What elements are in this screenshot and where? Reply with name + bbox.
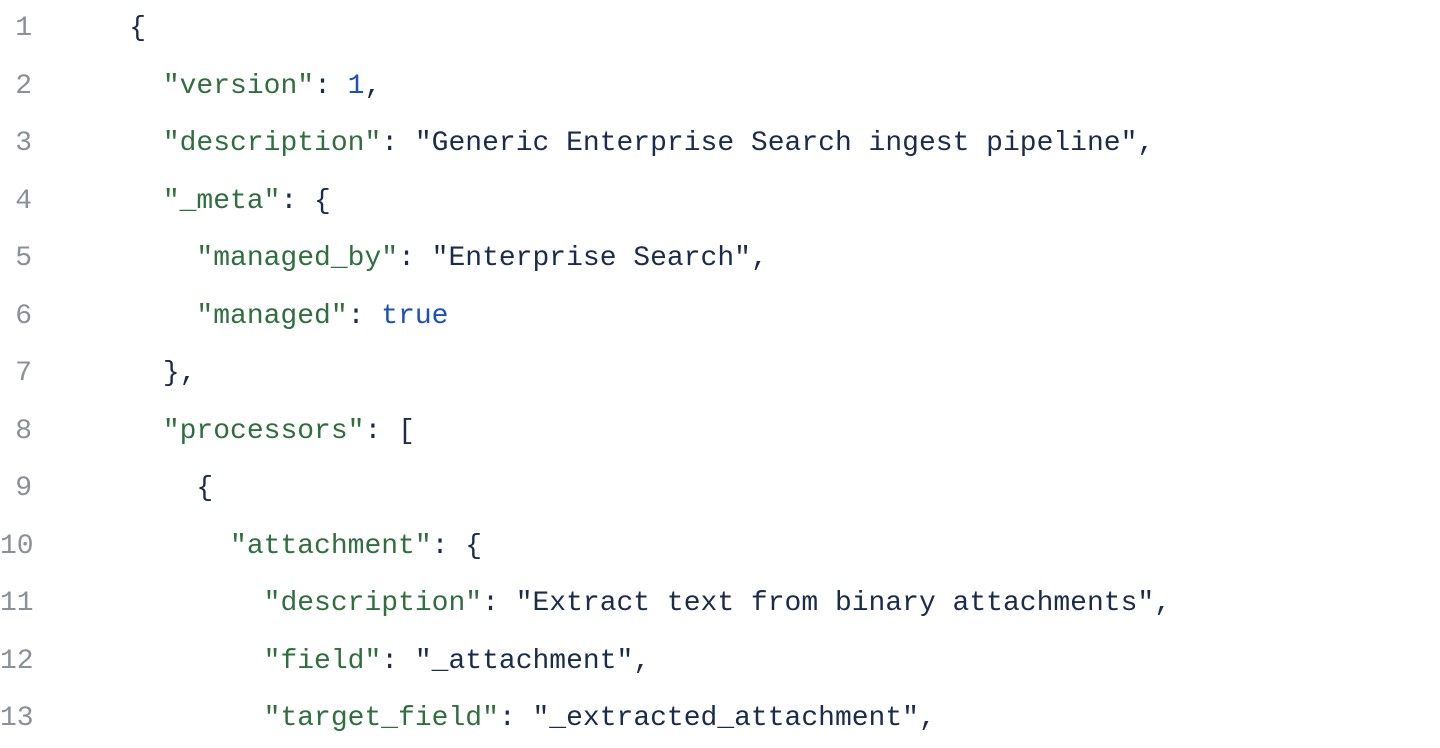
code-content: "description": "Extract text from binary… bbox=[62, 575, 1171, 633]
token-punc: : bbox=[314, 71, 348, 102]
code-line[interactable]: 4 "_meta": { bbox=[0, 173, 1440, 231]
code-line[interactable]: 1 { bbox=[0, 0, 1440, 58]
token-punc: : bbox=[499, 703, 533, 734]
token-punc: , bbox=[1137, 128, 1154, 159]
code-line[interactable]: 6 "managed": true bbox=[0, 288, 1440, 346]
token-punc: : bbox=[381, 128, 415, 159]
line-number: 9 bbox=[0, 460, 62, 518]
code-content: { bbox=[62, 0, 146, 58]
code-content: "managed": true bbox=[62, 288, 448, 346]
token-key: "managed" bbox=[196, 301, 347, 332]
token-bool: true bbox=[381, 301, 448, 332]
code-line[interactable]: 11 "description": "Extract text from bin… bbox=[0, 575, 1440, 633]
code-line[interactable]: 7 }, bbox=[0, 345, 1440, 403]
token-key: "field" bbox=[264, 646, 382, 677]
code-content: "attachment": { bbox=[62, 518, 482, 576]
line-number: 11 bbox=[0, 575, 62, 633]
line-number: 12 bbox=[0, 633, 62, 691]
token-punc: { bbox=[196, 473, 213, 504]
code-content: "target_field": "_extracted_attachment", bbox=[62, 690, 936, 748]
token-punc: : bbox=[348, 301, 382, 332]
code-content: "processors": [ bbox=[62, 403, 415, 461]
code-content: }, bbox=[62, 345, 196, 403]
token-string: "Enterprise Search" bbox=[432, 243, 751, 274]
line-number: 4 bbox=[0, 173, 62, 231]
line-number: 10 bbox=[0, 518, 62, 576]
token-punc: , bbox=[633, 646, 650, 677]
line-number: 3 bbox=[0, 115, 62, 173]
token-punc: : { bbox=[432, 531, 482, 562]
code-line[interactable]: 5 "managed_by": "Enterprise Search", bbox=[0, 230, 1440, 288]
token-punc: : bbox=[482, 588, 516, 619]
token-punc: : { bbox=[280, 186, 330, 217]
json-code-viewer[interactable]: 1 {2 "version": 1,3 "description": "Gene… bbox=[0, 0, 1440, 748]
line-number: 1 bbox=[0, 0, 62, 58]
line-number: 6 bbox=[0, 288, 62, 346]
token-key: "description" bbox=[264, 588, 482, 619]
line-number: 2 bbox=[0, 58, 62, 116]
token-string: "_extracted_attachment" bbox=[533, 703, 919, 734]
token-key: "managed_by" bbox=[196, 243, 398, 274]
token-punc: : bbox=[398, 243, 432, 274]
token-key: "processors" bbox=[163, 416, 365, 447]
token-number: 1 bbox=[348, 71, 365, 102]
token-string: "_attachment" bbox=[415, 646, 633, 677]
token-punc: , bbox=[1154, 588, 1171, 619]
code-content: "_meta": { bbox=[62, 173, 331, 231]
token-punc: , bbox=[364, 71, 381, 102]
code-line[interactable]: 9 { bbox=[0, 460, 1440, 518]
code-content: "field": "_attachment", bbox=[62, 633, 650, 691]
token-punc: { bbox=[129, 13, 146, 44]
line-number: 13 bbox=[0, 690, 62, 748]
line-number: 5 bbox=[0, 230, 62, 288]
token-key: "attachment" bbox=[230, 531, 432, 562]
token-key: "version" bbox=[163, 71, 314, 102]
token-string: "Generic Enterprise Search ingest pipeli… bbox=[415, 128, 1138, 159]
code-line[interactable]: 3 "description": "Generic Enterprise Sea… bbox=[0, 115, 1440, 173]
code-line[interactable]: 8 "processors": [ bbox=[0, 403, 1440, 461]
code-line[interactable]: 12 "field": "_attachment", bbox=[0, 633, 1440, 691]
code-content: "version": 1, bbox=[62, 58, 381, 116]
code-line[interactable]: 13 "target_field": "_extracted_attachmen… bbox=[0, 690, 1440, 748]
code-line[interactable]: 2 "version": 1, bbox=[0, 58, 1440, 116]
token-punc: : bbox=[381, 646, 415, 677]
line-number: 7 bbox=[0, 345, 62, 403]
code-content: "managed_by": "Enterprise Search", bbox=[62, 230, 768, 288]
code-line[interactable]: 10 "attachment": { bbox=[0, 518, 1440, 576]
token-key: "target_field" bbox=[264, 703, 499, 734]
token-string: "Extract text from binary attachments" bbox=[516, 588, 1155, 619]
token-key: "description" bbox=[163, 128, 381, 159]
token-punc: : [ bbox=[364, 416, 414, 447]
token-punc: , bbox=[919, 703, 936, 734]
token-punc: , bbox=[751, 243, 768, 274]
code-content: { bbox=[62, 460, 213, 518]
line-number: 8 bbox=[0, 403, 62, 461]
code-content: "description": "Generic Enterprise Searc… bbox=[62, 115, 1154, 173]
token-key: "_meta" bbox=[163, 186, 281, 217]
token-punc: }, bbox=[163, 358, 197, 389]
